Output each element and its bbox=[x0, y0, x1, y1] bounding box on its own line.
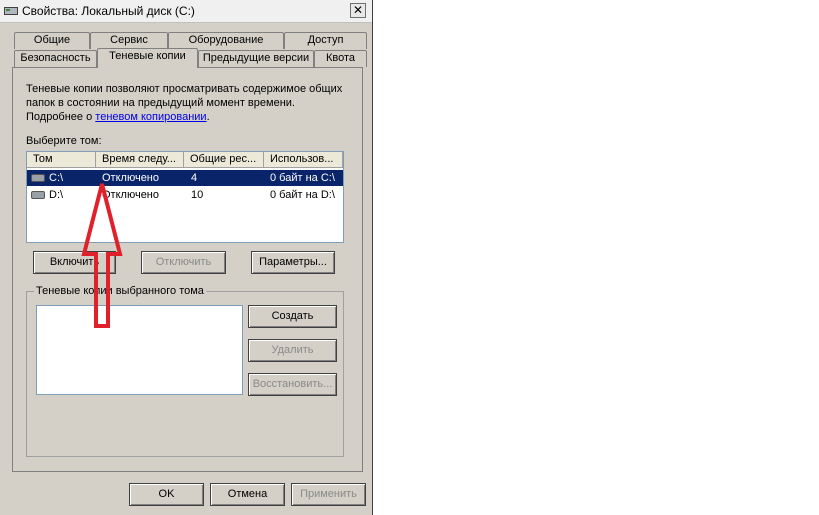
select-volume-label: Выберите том: bbox=[26, 135, 102, 147]
tab-hardware[interactable]: Оборудование bbox=[168, 32, 284, 49]
shadow-copy-help-link[interactable]: теневом копировании bbox=[95, 111, 206, 123]
settings-button[interactable]: Параметры... bbox=[251, 251, 335, 274]
tab-quota[interactable]: Квота bbox=[314, 50, 367, 67]
tab-previous-versions[interactable]: Предыдущие версии bbox=[198, 50, 314, 67]
shadow-copies-list[interactable] bbox=[36, 305, 243, 395]
title-bar: Свойства: Локальный диск (C:) ✕ bbox=[0, 0, 372, 23]
column-shares[interactable]: Общие рес... bbox=[184, 152, 264, 168]
drive-icon bbox=[4, 7, 18, 15]
disable-button[interactable]: Отключить bbox=[141, 251, 226, 274]
window-title: Свойства: Локальный диск (C:) bbox=[22, 4, 195, 18]
apply-button[interactable]: Применить bbox=[291, 483, 366, 506]
cell-volume: C:\ bbox=[49, 172, 64, 184]
description-text: Теневые копии позволяют просматривать со… bbox=[26, 83, 343, 109]
cell-volume: D:\ bbox=[49, 189, 64, 201]
table-row[interactable]: C:\ Отключено 4 0 байт на C:\ bbox=[27, 170, 343, 186]
column-volume[interactable]: Том bbox=[27, 152, 96, 168]
close-icon: ✕ bbox=[352, 3, 364, 17]
drive-icon bbox=[31, 191, 45, 199]
tab-sharing[interactable]: Доступ bbox=[284, 32, 367, 49]
ok-button[interactable]: OK bbox=[129, 483, 204, 506]
table-row[interactable]: D:\ Отключено 10 0 байт на D:\ bbox=[27, 187, 343, 203]
column-next-run[interactable]: Время следу... bbox=[96, 152, 184, 168]
delete-button[interactable]: Удалить bbox=[248, 339, 337, 362]
volume-list-header: Том Время следу... Общие рес... Использо… bbox=[27, 152, 343, 168]
more-prefix: Подробнее о bbox=[26, 111, 96, 123]
annotation-arrow-icon bbox=[81, 183, 123, 328]
tab-tools[interactable]: Сервис bbox=[90, 32, 168, 49]
tab-general[interactable]: Общие bbox=[14, 32, 90, 49]
description: Теневые копии позволяют просматривать со… bbox=[26, 82, 356, 124]
tab-security[interactable]: Безопасность bbox=[14, 50, 97, 67]
restore-button[interactable]: Восстановить... bbox=[248, 373, 337, 396]
cell-shares: 10 bbox=[191, 189, 204, 201]
cell-used: 0 байт на D:\ bbox=[270, 189, 335, 201]
volume-list[interactable]: Том Время следу... Общие рес... Использо… bbox=[26, 151, 344, 243]
drive-icon bbox=[31, 174, 45, 182]
create-button[interactable]: Создать bbox=[248, 305, 337, 328]
column-used[interactable]: Использов... bbox=[264, 152, 343, 168]
properties-dialog: Свойства: Локальный диск (C:) ✕ Общие Се… bbox=[0, 0, 373, 515]
cell-shares: 4 bbox=[191, 172, 198, 184]
tab-shadow-copies[interactable]: Теневые копии bbox=[97, 48, 198, 68]
cancel-button[interactable]: Отмена bbox=[210, 483, 285, 506]
close-button[interactable]: ✕ bbox=[350, 3, 366, 18]
cell-used: 0 байт на C:\ bbox=[270, 172, 335, 184]
more-suffix: . bbox=[206, 111, 210, 123]
